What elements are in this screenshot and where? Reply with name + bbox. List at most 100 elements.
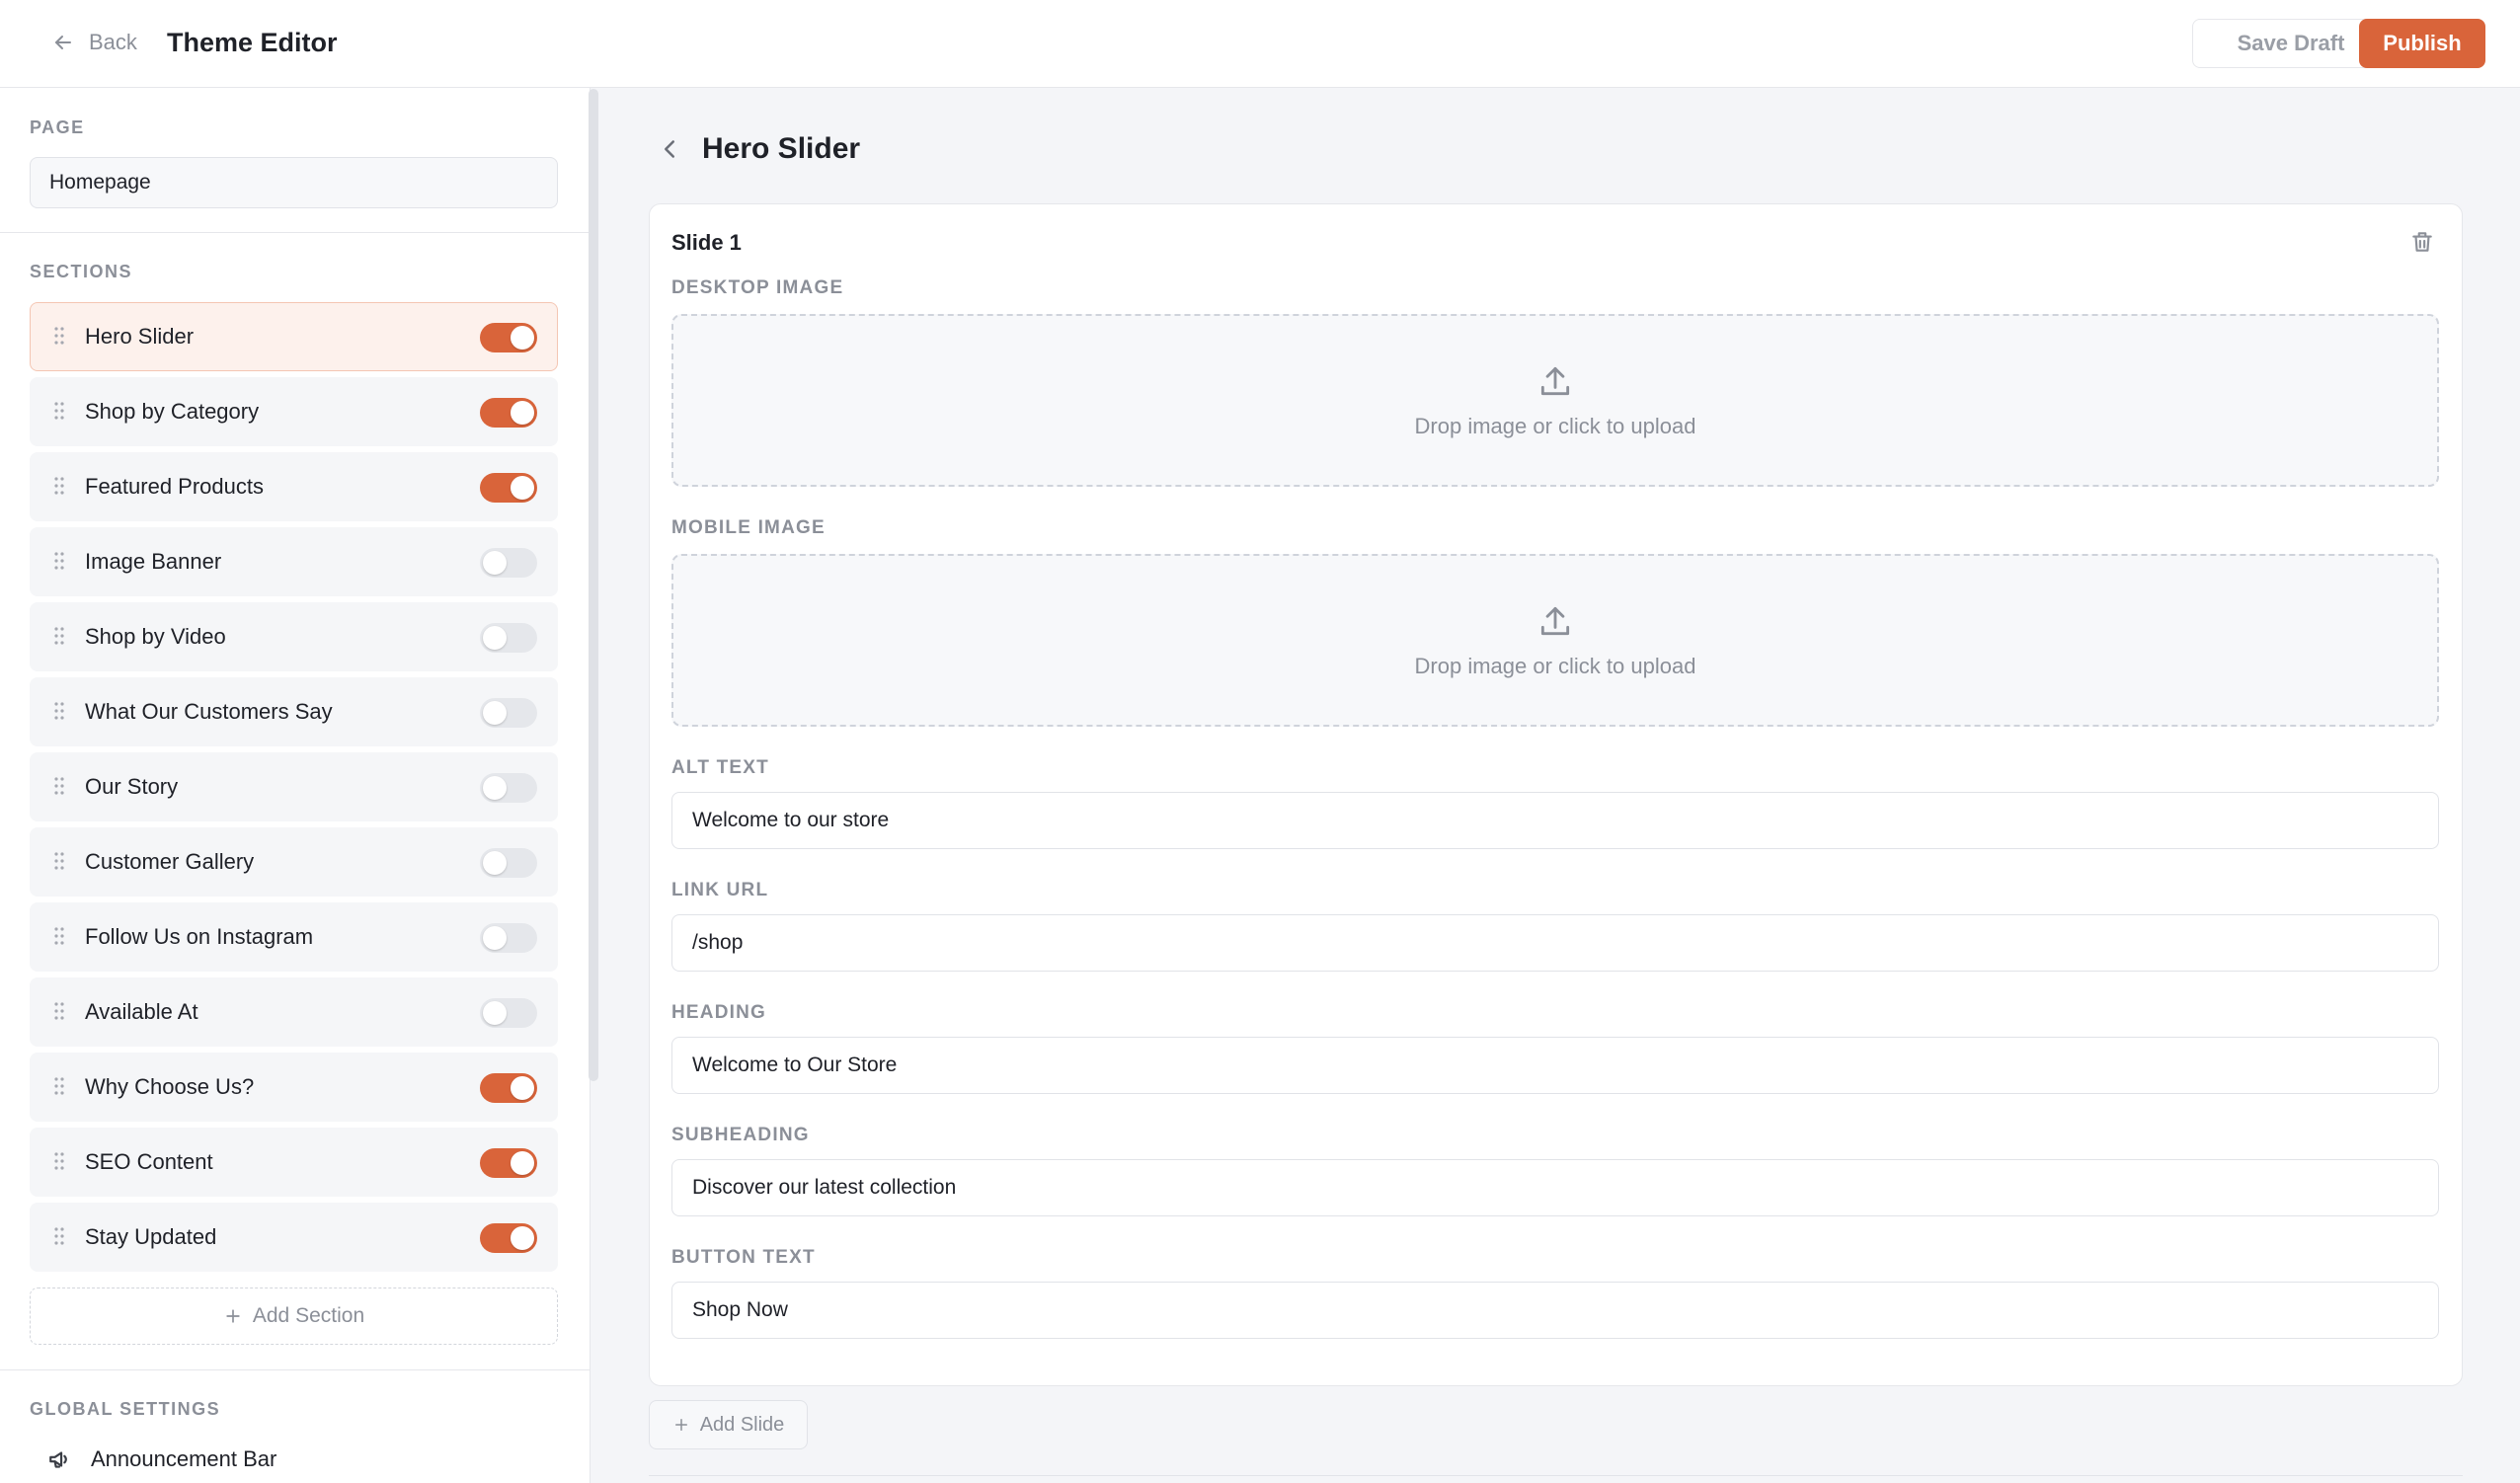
chevron-left-icon — [665, 140, 674, 158]
main-scrollbar-track[interactable] — [2510, 89, 2520, 1483]
section-toggle[interactable] — [480, 698, 537, 728]
drag-handle-icon[interactable] — [54, 1077, 64, 1095]
section-toggle[interactable] — [480, 548, 537, 578]
sidebar-section-item[interactable]: Our Story — [30, 752, 558, 821]
add-section-button[interactable]: Add Section — [30, 1288, 558, 1345]
toggle-knob — [483, 626, 507, 650]
section-label: Available At — [85, 999, 198, 1024]
top-bar: Back Theme Editor Save Draft Publish — [0, 0, 2520, 88]
section-label: Hero Slider — [85, 324, 195, 349]
back-button[interactable]: Back — [51, 26, 137, 59]
upload-icon — [1540, 606, 1570, 635]
delete-slide-button[interactable] — [2409, 229, 2435, 255]
drag-handle-icon[interactable] — [54, 477, 64, 495]
toggle-knob — [483, 1001, 507, 1025]
upload-icon — [1540, 366, 1570, 395]
sidebar-section-item[interactable]: Customer Gallery — [30, 827, 558, 897]
panel-title: Hero Slider — [702, 132, 861, 165]
upload-prompt: Drop image or click to upload — [1414, 653, 1696, 678]
section-label: Shop by Category — [85, 399, 260, 424]
section-toggle[interactable] — [480, 473, 537, 503]
sidebar-section-item[interactable]: Hero Slider — [30, 302, 558, 371]
button-text-input[interactable]: Shop Now — [671, 1282, 2439, 1339]
sidebar-section-item[interactable]: Featured Products — [30, 452, 558, 521]
section-toggle[interactable] — [480, 923, 537, 953]
sidebar-section-item[interactable]: Shop by Category — [30, 377, 558, 446]
heading-input[interactable]: Welcome to Our Store — [671, 1037, 2439, 1094]
drag-handle-icon[interactable] — [54, 327, 64, 345]
drag-handle-icon[interactable] — [54, 552, 64, 570]
desktop-image-dropzone[interactable]: Drop image or click to upload — [671, 314, 2439, 487]
drag-handle-icon[interactable] — [54, 627, 64, 645]
sidebar: PAGE Homepage SECTIONS Hero Slider Shop b… — [0, 88, 591, 1483]
section-label: Our Story — [85, 774, 179, 799]
section-toggle[interactable] — [480, 998, 537, 1028]
panel-back-button[interactable] — [655, 134, 684, 164]
add-section-label: Add Section — [252, 1304, 365, 1327]
section-toggle[interactable] — [480, 1223, 537, 1253]
drag-handle-icon[interactable] — [54, 702, 64, 720]
heading-label: HEADING — [671, 1002, 767, 1023]
subheading-input[interactable]: Discover our latest collection — [671, 1159, 2439, 1216]
plus-icon — [226, 1309, 240, 1323]
toggle-knob — [483, 776, 507, 800]
drag-handle-icon[interactable] — [54, 1002, 64, 1020]
section-toggle[interactable] — [480, 773, 537, 803]
add-slide-button[interactable]: Add Slide — [649, 1400, 808, 1449]
sidebar-section-item[interactable]: SEO Content — [30, 1128, 558, 1197]
alt-text-input[interactable]: Welcome to our store — [671, 792, 2439, 849]
publish-button[interactable]: Publish — [2359, 19, 2485, 68]
toggle-knob — [511, 401, 534, 425]
megaphone-icon — [49, 1451, 67, 1468]
section-toggle[interactable] — [480, 848, 537, 878]
sidebar-section-item[interactable]: Shop by Video — [30, 602, 558, 671]
sidebar-section-item[interactable]: Image Banner — [30, 527, 558, 596]
link-url-label: LINK URL — [671, 880, 769, 900]
toggle-knob — [511, 1226, 534, 1250]
add-slide-label: Add Slide — [699, 1413, 785, 1436]
drag-handle-icon[interactable] — [54, 402, 64, 420]
toggle-knob — [483, 551, 507, 575]
sections-list: Hero Slider Shop by Category Featured Prod… — [30, 302, 558, 1278]
drag-handle-icon[interactable] — [54, 1152, 64, 1170]
back-label: Back — [89, 30, 137, 54]
mobile-image-label: MOBILE IMAGE — [671, 517, 826, 538]
section-label: Featured Products — [85, 474, 264, 499]
upload-prompt: Drop image or click to upload — [1414, 413, 1696, 438]
plus-icon — [674, 1419, 687, 1431]
global-setting-announcement-bar[interactable]: Announcement Bar — [47, 1446, 276, 1472]
mobile-image-dropzone[interactable]: Drop image or click to upload — [671, 554, 2439, 727]
divider — [0, 232, 590, 233]
section-toggle[interactable] — [480, 623, 537, 653]
drag-handle-icon[interactable] — [54, 927, 64, 945]
section-label: Stay Updated — [85, 1224, 217, 1249]
global-settings-label: GLOBAL SETTINGS — [30, 1399, 221, 1419]
sidebar-section-item[interactable]: What Our Customers Say — [30, 677, 558, 746]
toggle-knob — [511, 326, 534, 350]
sidebar-scrollbar[interactable] — [589, 89, 598, 1081]
page-select[interactable]: Homepage — [30, 157, 558, 208]
sidebar-section-item[interactable]: Why Choose Us? — [30, 1053, 558, 1122]
section-label: Image Banner — [85, 549, 222, 574]
divider — [649, 1475, 2463, 1476]
page-section-label: PAGE — [30, 117, 85, 137]
sidebar-section-item[interactable]: Stay Updated — [30, 1203, 558, 1272]
sections-label: SECTIONS — [30, 262, 133, 281]
section-toggle[interactable] — [480, 1073, 537, 1103]
sidebar-section-item[interactable]: Available At — [30, 977, 558, 1047]
drag-handle-icon[interactable] — [54, 852, 64, 870]
toggle-knob — [483, 851, 507, 875]
toggle-knob — [483, 701, 507, 725]
page-title: Theme Editor — [167, 28, 338, 57]
toggle-knob — [511, 1076, 534, 1100]
section-toggle[interactable] — [480, 398, 537, 428]
section-label: Follow Us on Instagram — [85, 924, 314, 949]
drag-handle-icon[interactable] — [54, 1227, 64, 1245]
section-toggle[interactable] — [480, 323, 537, 352]
arrow-left-icon — [55, 36, 71, 49]
section-toggle[interactable] — [480, 1148, 537, 1178]
sidebar-section-item[interactable]: Follow Us on Instagram — [30, 902, 558, 972]
drag-handle-icon[interactable] — [54, 777, 64, 795]
link-url-input[interactable]: /shop — [671, 914, 2439, 972]
toggle-knob — [483, 926, 507, 950]
